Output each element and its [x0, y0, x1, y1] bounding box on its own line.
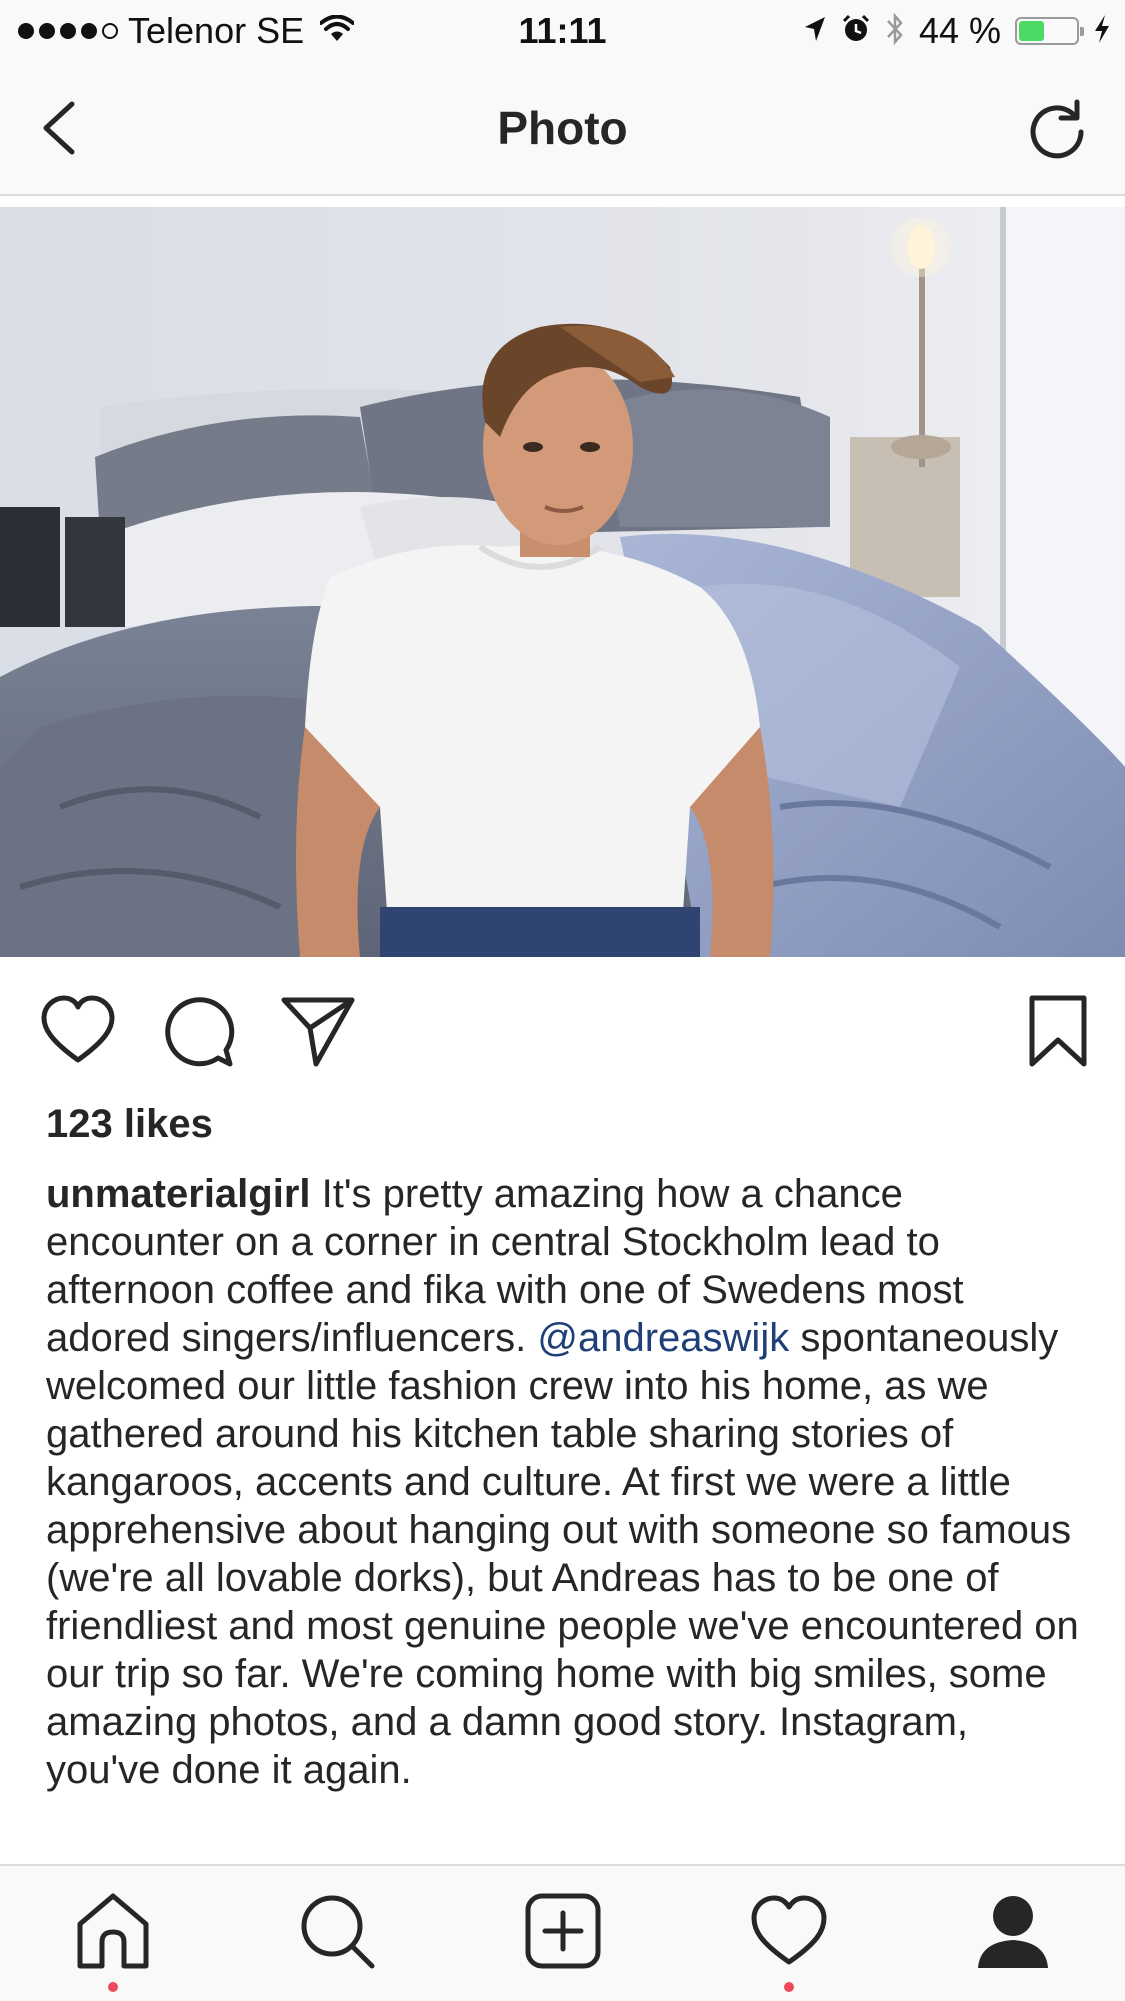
- tab-home[interactable]: [68, 1886, 158, 1992]
- page-title: Photo: [497, 102, 628, 154]
- comment-icon: [165, 997, 235, 1067]
- refresh-icon: [1030, 99, 1084, 159]
- activity-notification-dot: [784, 1982, 794, 1992]
- bluetooth-icon: [885, 12, 905, 51]
- add-post-icon: [525, 1893, 601, 1969]
- bottom-tab-bar: [0, 1866, 1125, 2001]
- status-bar: Telenor SE 11:11 44 %: [0, 0, 1125, 62]
- tab-profile[interactable]: [968, 1886, 1058, 1976]
- like-button[interactable]: [40, 994, 116, 1070]
- comment-button[interactable]: [160, 994, 236, 1070]
- tab-new-post[interactable]: [518, 1886, 608, 1976]
- caption-mention-link[interactable]: @andreaswijk: [537, 1316, 789, 1360]
- search-icon: [301, 1895, 375, 1969]
- alarm-clock-icon: [841, 14, 871, 49]
- navigation-bar: Photo: [0, 62, 1125, 196]
- post-photo[interactable]: [0, 207, 1125, 957]
- heart-icon: [41, 995, 115, 1063]
- home-icon: [77, 1893, 149, 1969]
- battery-level-fill: [1019, 21, 1044, 41]
- save-button[interactable]: [1020, 994, 1096, 1070]
- battery-icon: [1015, 17, 1084, 45]
- refresh-button[interactable]: [1025, 96, 1089, 160]
- share-button[interactable]: [280, 994, 356, 1070]
- likes-count[interactable]: 123 likes: [46, 1102, 213, 1147]
- home-notification-dot: [108, 1982, 118, 1992]
- share-icon: [281, 997, 355, 1067]
- tab-activity[interactable]: [744, 1886, 834, 1992]
- caption-username[interactable]: unmaterialgirl: [46, 1172, 311, 1216]
- location-arrow-icon: [803, 15, 827, 48]
- caption-text-part2: spontaneously welcomed our little fashio…: [46, 1316, 1079, 1792]
- status-bar-right: 44 %: [803, 8, 1111, 54]
- battery-percentage: 44 %: [918, 10, 1001, 51]
- charging-bolt-icon: [1093, 14, 1111, 49]
- tab-search[interactable]: [292, 1886, 382, 1976]
- bookmark-icon: [1029, 995, 1087, 1067]
- post-caption: unmaterialgirl It's pretty amazing how a…: [46, 1170, 1086, 1794]
- profile-icon: [978, 1896, 1048, 1968]
- post-actions: [0, 990, 1125, 1072]
- activity-heart-icon: [751, 1895, 827, 1965]
